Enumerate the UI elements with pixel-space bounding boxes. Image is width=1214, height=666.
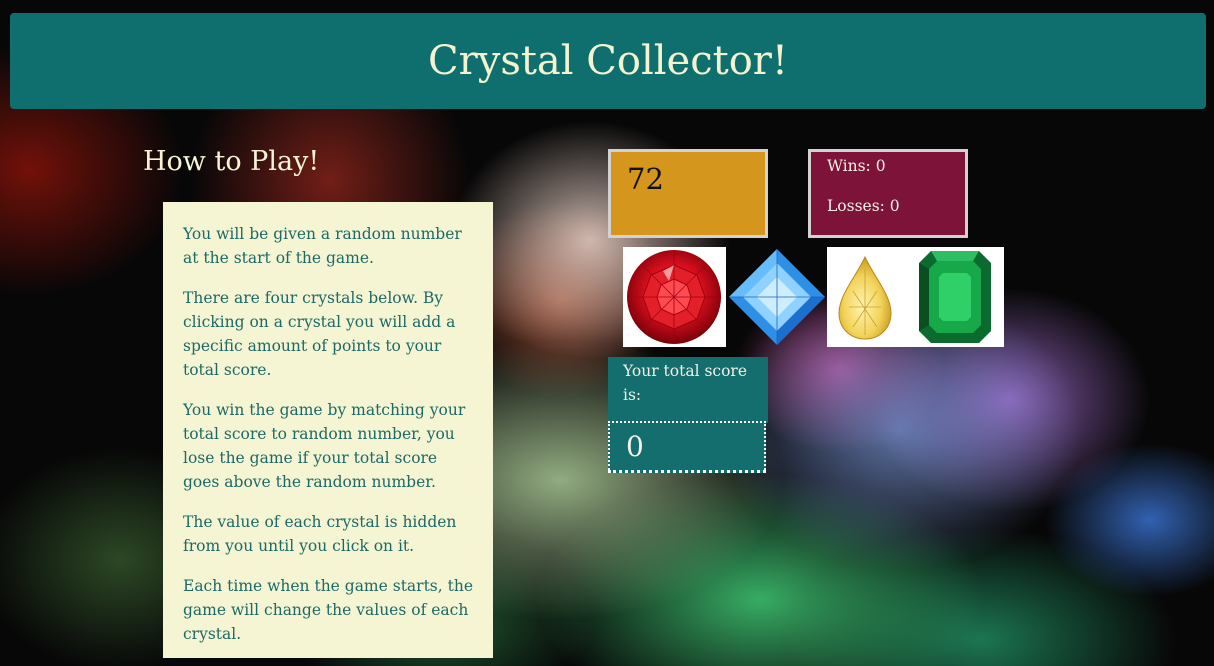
crystal-yellow-button[interactable]	[827, 247, 905, 347]
total-score-value: 0	[626, 430, 644, 463]
green-emerald-gem-icon	[919, 251, 991, 343]
total-score-box: 0	[608, 421, 766, 473]
crystal-green-button[interactable]	[905, 247, 1004, 347]
header-bar: Crystal Collector!	[10, 13, 1206, 109]
total-score-label: Your total score is:	[608, 357, 768, 423]
losses-counter: Losses: 0	[827, 197, 900, 215]
instruction-paragraph: You will be given a random number at the…	[183, 225, 462, 267]
red-round-gem-icon	[627, 250, 721, 344]
instructions-panel: You will be given a random number at the…	[163, 202, 493, 658]
instruction-paragraph: You win the game by matching your total …	[183, 401, 466, 491]
how-to-play-title: How to Play!	[143, 146, 320, 177]
page-title: Crystal Collector!	[428, 38, 788, 84]
win-loss-record: Wins: 0 Losses: 0	[808, 149, 968, 238]
instruction-paragraph: The value of each crystal is hidden from…	[183, 513, 457, 555]
yellow-pear-gem-icon	[838, 255, 892, 340]
target-number-box: 72	[608, 149, 768, 238]
instruction-paragraph: Each time when the game starts, the game…	[183, 577, 473, 643]
crystal-red-button[interactable]	[623, 247, 726, 347]
wins-counter: Wins: 0	[827, 157, 886, 175]
target-number: 72	[627, 162, 664, 196]
crystal-blue-button[interactable]	[727, 247, 827, 347]
instruction-paragraph: There are four crystals below. By clicki…	[183, 289, 456, 379]
blue-square-gem-icon	[729, 249, 825, 345]
